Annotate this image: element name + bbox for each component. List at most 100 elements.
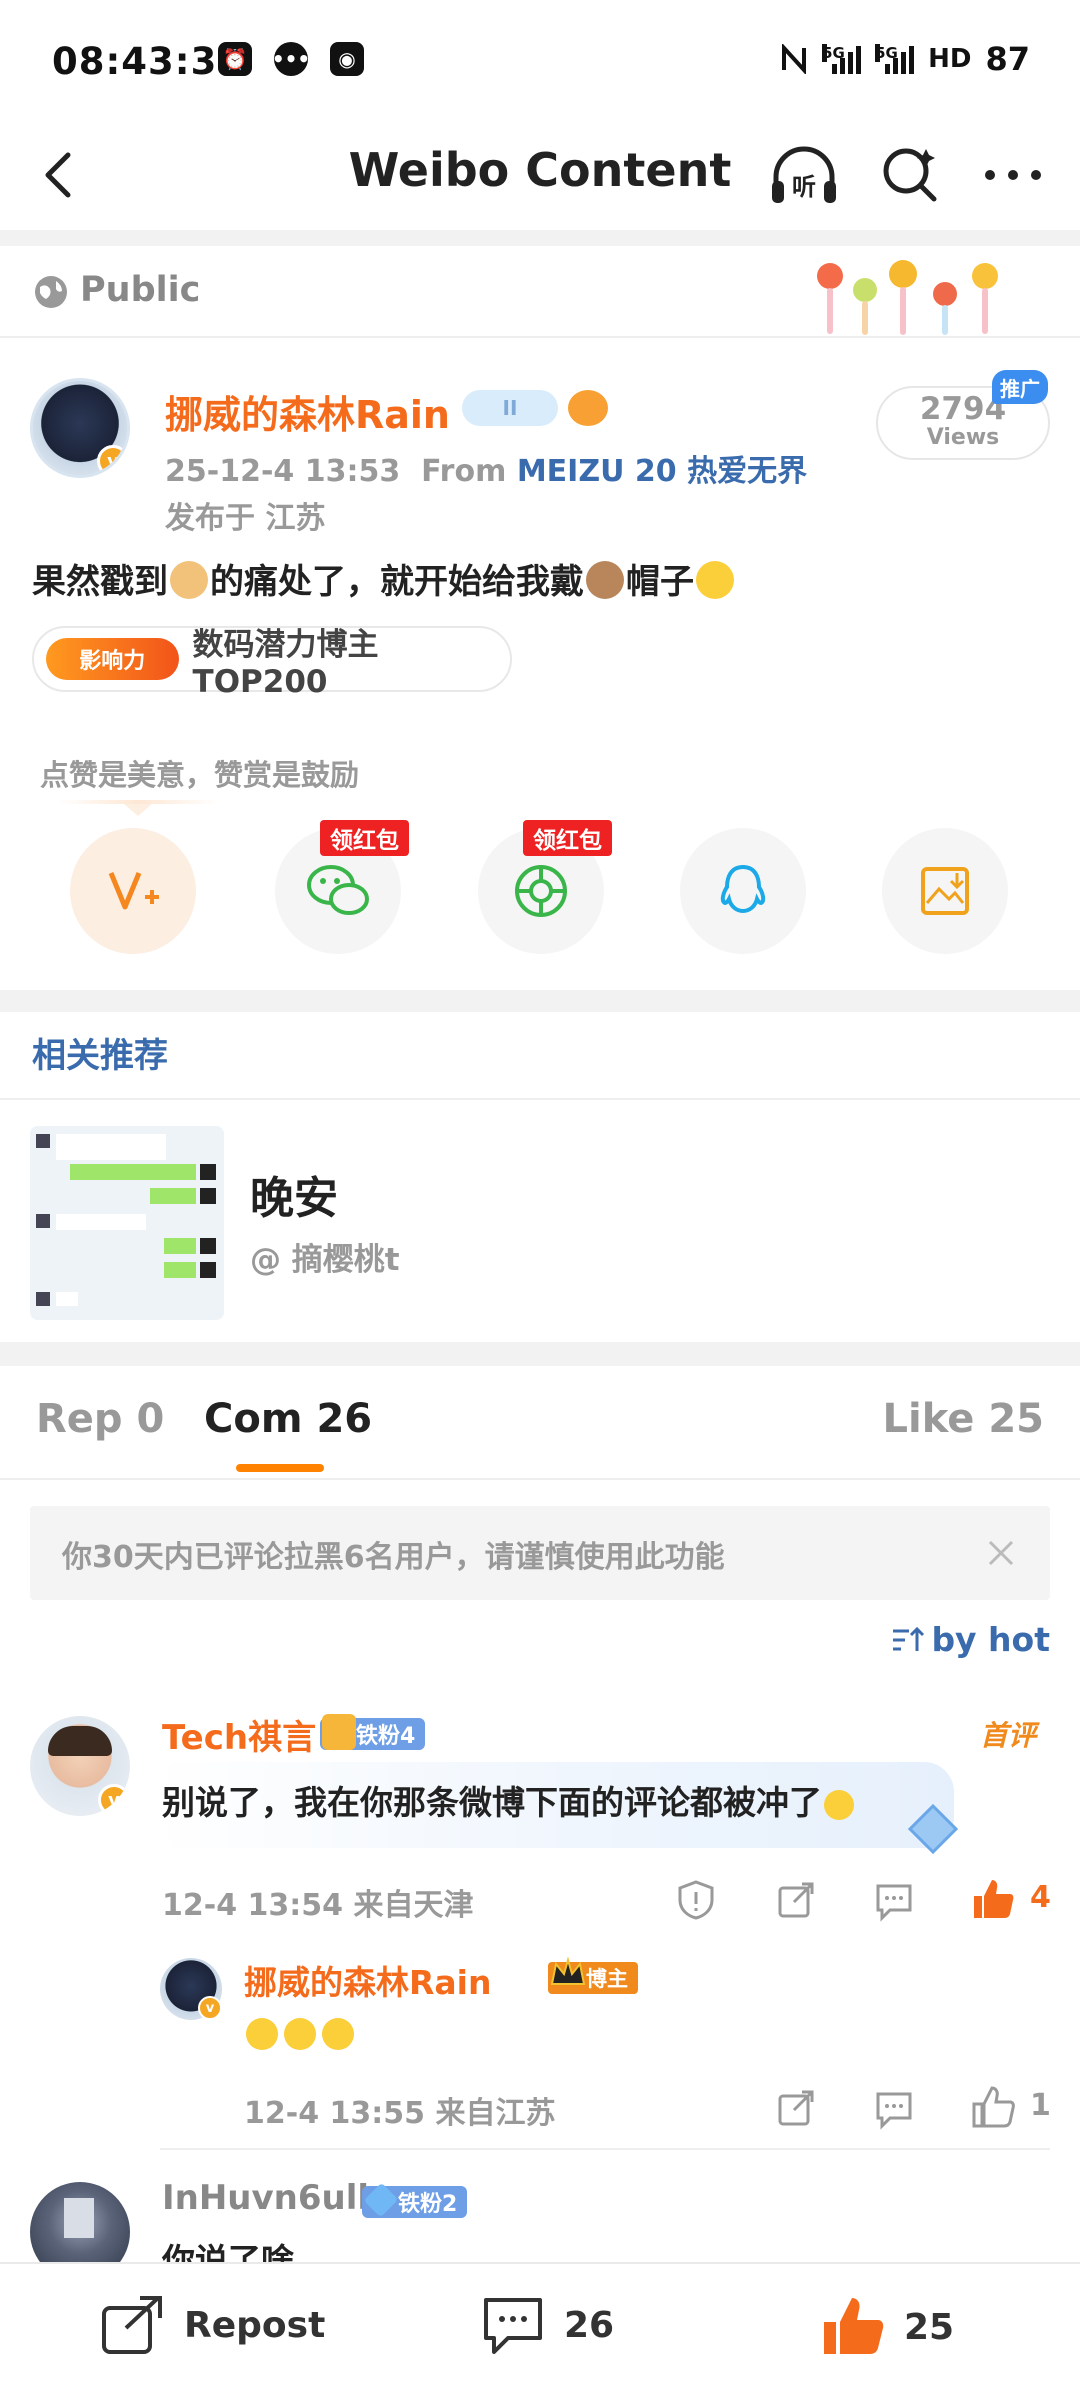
- qq-icon: [720, 864, 766, 914]
- post-body-text-2: 的痛处了，就开始给我戴: [210, 562, 584, 602]
- tab-reposts[interactable]: Rep 0: [36, 1396, 164, 1442]
- related-item-thumbnail[interactable]: [30, 1126, 224, 1320]
- reply-icon[interactable]: [872, 2086, 916, 2130]
- influence-text: 数码潜力博主TOP200: [192, 626, 379, 700]
- like-icon-active[interactable]: [970, 1876, 1016, 1922]
- alarm-icon: ⏰: [218, 42, 252, 76]
- decorative-spoons-illustration: [817, 260, 998, 335]
- post-meta: 25-12-4 13:53 From MEIZU 20 热爱无界: [165, 446, 807, 490]
- monkey-emoji-icon: [586, 561, 624, 599]
- v-plus-icon: [108, 872, 159, 910]
- red-packet-badge-wechat[interactable]: 领红包: [320, 820, 409, 856]
- level-badge: II: [462, 390, 558, 426]
- post-body-text-1: 果然戳到: [32, 562, 168, 602]
- tip-arrow: [124, 804, 152, 816]
- divider: [160, 2148, 1050, 2150]
- influence-chip[interactable]: 影响力 数码潜力博主TOP200: [32, 626, 512, 700]
- comment-like-count: 4: [1030, 1880, 1051, 1915]
- report-icon[interactable]: [674, 1878, 718, 1922]
- fan-level-badge: 铁粉4: [320, 1714, 426, 1750]
- visibility-bar: Public: [0, 246, 1080, 338]
- status-notification-icons: ⏰ ••• ◉: [218, 42, 364, 76]
- post-location: 发布于 江苏: [165, 501, 326, 536]
- tab-comments[interactable]: Com 26: [204, 1396, 372, 1442]
- reward-button[interactable]: [70, 828, 196, 954]
- status-system-icons: 5G 5G HD 87: [780, 40, 1030, 78]
- related-title: 相关推荐: [32, 1036, 168, 1076]
- relieved-face-emoji-icon: [696, 561, 734, 599]
- battery-level: 87: [985, 40, 1030, 78]
- repost-button[interactable]: Repost: [100, 2294, 325, 2356]
- chat-screenshot-thumbnail: [30, 1126, 224, 1320]
- notice-text: 你30天内已评论拉黑6名用户，请谨慎使用此功能: [62, 1540, 725, 1575]
- blogger-badge: 博主: [548, 1956, 638, 1994]
- wechat-icon: [307, 865, 369, 915]
- search-icon: [883, 148, 937, 202]
- fan-crown-icon: [322, 1714, 356, 1750]
- divider: [0, 1098, 1080, 1100]
- related-item-author[interactable]: @ 摘樱桃t: [250, 1234, 400, 1279]
- verified-icon: v: [97, 445, 127, 475]
- listen-button[interactable]: 听: [768, 143, 840, 207]
- like-icon-active: [824, 2298, 884, 2354]
- sort-icon: [893, 1626, 925, 1651]
- author-avatar[interactable]: v: [30, 378, 130, 478]
- post-author-name[interactable]: 挪威的森林Rain: [165, 384, 450, 439]
- fan-level-badge: 铁粉2: [362, 2182, 468, 2218]
- more-dots-icon: [985, 170, 1041, 180]
- close-icon[interactable]: [978, 1530, 1024, 1576]
- like-button[interactable]: 25: [820, 2294, 954, 2360]
- share-qq-button[interactable]: [680, 828, 806, 954]
- pleading-face-emoji-icon: [246, 2018, 278, 2050]
- post-device[interactable]: MEIZU 20 热爱无界: [517, 454, 807, 489]
- comment-icon: [484, 2298, 542, 2354]
- red-packet-badge-moments[interactable]: 领红包: [523, 820, 612, 856]
- post-card: v 挪威的森林Rain II 25-12-4 13:53 From MEIZU …: [0, 338, 1080, 990]
- related-item-title[interactable]: 晚安: [250, 1162, 338, 1226]
- share-actions-row: 领红包 领红包: [0, 820, 1080, 958]
- sort-label: by hot: [931, 1620, 1050, 1659]
- author-decorations: II: [462, 390, 608, 426]
- headphones-icon: 听: [772, 146, 836, 203]
- comment-meta: 12-4 13:54 来自天津: [162, 1888, 474, 1923]
- diamond-icon: [363, 2182, 399, 2218]
- comment-button[interactable]: 26: [480, 2294, 614, 2356]
- reward-tip-text: 点赞是美意，赞赏是鼓励: [40, 758, 360, 792]
- chat-app-icon: •••: [272, 42, 310, 76]
- reply-like-count: 1: [1030, 2088, 1051, 2123]
- verified-icon: v: [198, 1996, 222, 2020]
- first-comment-tag: 首评: [980, 1719, 1037, 1752]
- reply-author-name[interactable]: 挪威的森林Rain: [244, 1956, 491, 2004]
- more-options-button[interactable]: [978, 143, 1048, 207]
- commenter-avatar[interactable]: [30, 2182, 130, 2262]
- tab-likes[interactable]: Like 25: [883, 1396, 1044, 1442]
- signal-icon-1: 5G: [822, 44, 862, 74]
- views-label: Views: [926, 425, 1000, 450]
- active-tab-indicator: [236, 1464, 324, 1472]
- comment-item: InHuvn6ull 铁粉2 你说了啥: [0, 2178, 1080, 2262]
- share-comment-icon[interactable]: [774, 2086, 818, 2130]
- promote-badge[interactable]: 推广: [992, 370, 1048, 404]
- pufferfish-icon: [568, 390, 608, 426]
- svg-text:听: 听: [792, 173, 816, 201]
- like-icon[interactable]: [970, 2084, 1016, 2130]
- commenter-name[interactable]: InHuvn6ull: [162, 2178, 369, 2218]
- comment-text: 你说了啥: [162, 2241, 294, 2262]
- reply-icon[interactable]: [872, 1878, 916, 1922]
- section-gap: [0, 1342, 1080, 1366]
- visibility-label: Public: [80, 270, 201, 310]
- share-comment-icon[interactable]: [774, 1878, 818, 1922]
- moments-icon: [515, 865, 567, 917]
- pleading-face-emoji-icon: [284, 2018, 316, 2050]
- commenter-name[interactable]: Tech祺言: [162, 1710, 316, 1759]
- block-notice-banner: 你30天内已评论拉黑6名用户，请谨慎使用此功能: [30, 1506, 1050, 1600]
- search-button[interactable]: [878, 143, 942, 207]
- sort-toggle[interactable]: by hot: [891, 1620, 1050, 1659]
- sweat-emoji-icon: [824, 1790, 854, 1820]
- comment-text: 别说了，我在你那条微博下面的评论都被冲了: [162, 1776, 856, 1824]
- post-body: 果然戳到 的痛处了，就开始给我戴 帽子: [32, 554, 736, 603]
- save-image-button[interactable]: [882, 828, 1008, 954]
- post-body-text-3: 帽子: [626, 562, 694, 602]
- commenter-avatar[interactable]: v: [30, 1716, 130, 1816]
- top-nav-bar: Weibo Content 听: [0, 125, 1080, 230]
